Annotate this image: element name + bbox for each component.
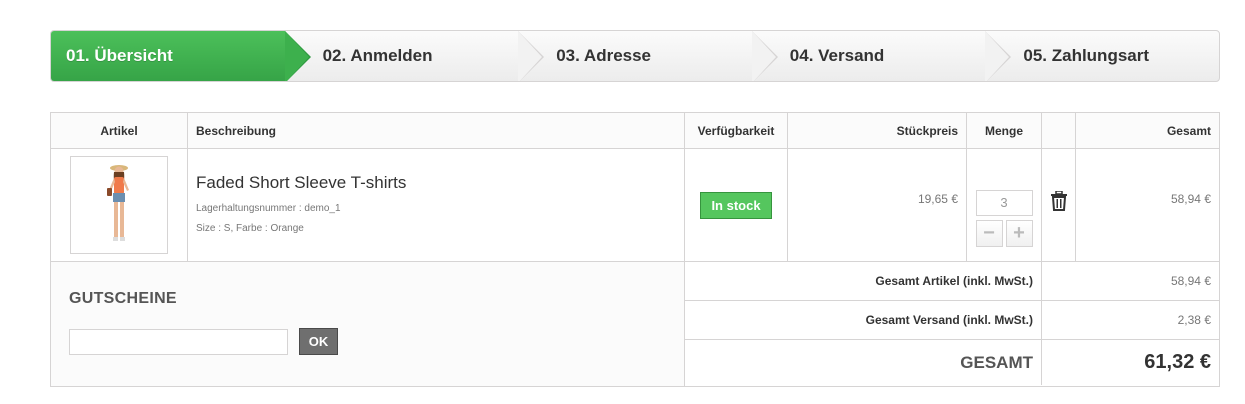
voucher-title: GUTSCHEINE	[69, 290, 177, 307]
grand-total-value: 61,32 €	[1144, 351, 1211, 373]
voucher-section: GUTSCHEINE OK	[51, 262, 685, 386]
product-name-link[interactable]: Faded Short Sleeve T-shirts	[196, 173, 684, 193]
quantity-increase-button[interactable]: +	[1005, 220, 1033, 247]
product-image-woman	[107, 165, 129, 241]
availability-cell: In stock	[685, 149, 788, 261]
table-row: Faded Short Sleeve T-shirts Lagerhaltung…	[51, 149, 1219, 262]
delete-button[interactable]	[1050, 190, 1068, 261]
total-articles-value: 58,94 €	[1170, 274, 1211, 288]
grand-total-label: GESAMT	[685, 340, 1042, 385]
unit-price: 19,65 €	[788, 149, 967, 261]
total-shipping-row: Gesamt Versand (inkl. MwSt.) 2,38 €	[685, 301, 1219, 340]
header-total: Gesamt	[1166, 123, 1211, 138]
step-address[interactable]: 03. Adresse	[518, 31, 778, 81]
in-stock-badge: In stock	[700, 191, 772, 219]
grand-total-row: GESAMT 61,32 €	[685, 340, 1219, 385]
step-login[interactable]: 02. Anmelden	[285, 31, 544, 81]
trash-icon	[1050, 190, 1067, 211]
cart-footer: GUTSCHEINE OK Gesamt Artikel (inkl. MwSt…	[51, 262, 1219, 386]
header-availability: Verfügbarkeit	[685, 113, 788, 148]
voucher-form: OK	[69, 328, 684, 355]
total-shipping-label: Gesamt Versand (inkl. MwSt.)	[685, 301, 1042, 339]
cart-summary-table: Artikel Beschreibung Verfügbarkeit Stück…	[50, 112, 1220, 387]
quantity-stepper: − +	[975, 220, 1033, 247]
totals-section: Gesamt Artikel (inkl. MwSt.) 58,94 € Ges…	[685, 262, 1219, 386]
product-attributes: Size : S, Farbe : Orange	[196, 223, 304, 234]
product-description-cell: Faded Short Sleeve T-shirts Lagerhaltung…	[188, 149, 685, 261]
product-total: 58,94 €	[1170, 192, 1211, 206]
product-image-cell	[51, 149, 188, 261]
voucher-ok-button[interactable]: OK	[299, 328, 338, 355]
total-shipping-value: 2,38 €	[1177, 313, 1211, 327]
plus-icon: +	[1013, 222, 1025, 244]
total-articles-label: Gesamt Artikel (inkl. MwSt.)	[685, 262, 1042, 300]
header-delete	[1042, 113, 1076, 148]
step-payment[interactable]: 05. Zahlungsart	[985, 31, 1219, 81]
header-article: Artikel	[51, 113, 188, 148]
header-unit-price: Stückpreis	[788, 113, 967, 148]
quantity-decrease-button[interactable]: −	[975, 220, 1003, 247]
quantity-input[interactable]: 3	[975, 190, 1033, 216]
minus-icon: −	[983, 222, 995, 244]
header-description: Beschreibung	[188, 113, 685, 148]
delete-cell	[1042, 149, 1076, 261]
quantity-cell: 3 − +	[967, 149, 1042, 261]
step-shipping[interactable]: 04. Versand	[752, 31, 1011, 81]
voucher-code-input[interactable]	[69, 328, 288, 355]
header-quantity: Menge	[967, 113, 1042, 148]
table-header-row: Artikel Beschreibung Verfügbarkeit Stück…	[51, 113, 1219, 149]
step-overview-label: 01. Übersicht	[66, 46, 173, 65]
product-sku: Lagerhaltungsnummer : demo_1	[196, 203, 341, 214]
checkout-steps: 01. Übersicht 02. Anmelden 03. Adresse 0…	[50, 30, 1220, 82]
total-articles-row: Gesamt Artikel (inkl. MwSt.) 58,94 €	[685, 262, 1219, 301]
step-overview[interactable]: 01. Übersicht	[51, 31, 311, 81]
product-image[interactable]	[70, 156, 168, 254]
